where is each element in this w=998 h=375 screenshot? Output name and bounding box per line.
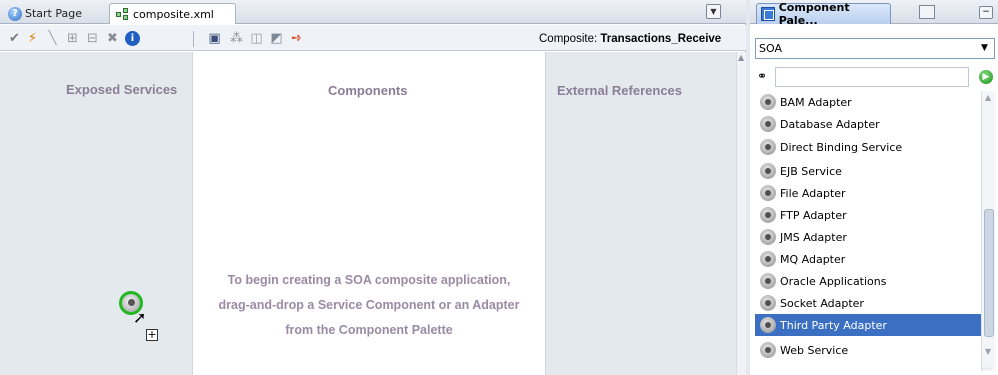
palette-search-row: ⚭ ▶ <box>755 67 995 87</box>
external-references-lane[interactable]: External References <box>545 52 736 375</box>
tab-composite-xml[interactable]: composite.xml <box>109 3 236 24</box>
list-item-label: MQ Adapter <box>780 252 846 266</box>
zoom-in-icon[interactable]: ⊞ <box>64 30 81 47</box>
delete-icon[interactable]: ✖ <box>104 30 121 47</box>
composite-prefix: Composite: <box>539 33 598 45</box>
annotate-icon[interactable]: ➺ <box>288 30 305 47</box>
scroll-down-icon[interactable]: ▼ <box>985 347 991 356</box>
list-item-bam-adapter[interactable]: BAM Adapter <box>755 91 981 113</box>
component-palette: Component Pale... − SOA ▼ ⚭ ▶ BAM Adapte… <box>750 0 998 375</box>
scroll-up-icon[interactable]: ▲ <box>738 53 744 62</box>
binoculars-icon: ⚭ <box>757 69 768 83</box>
composite-name-label: Composite: Transactions_Receive <box>539 33 721 45</box>
scroll-up-icon[interactable]: ▲ <box>985 93 991 102</box>
zoom-out-icon[interactable]: ⊟ <box>84 30 101 47</box>
hint-line: To begin creating a SOA composite applic… <box>227 273 511 287</box>
deploy-icon[interactable]: ⚡ <box>24 30 41 47</box>
list-item-web-service[interactable]: Web Service <box>755 337 981 363</box>
palette-tab-bar: Component Pale... − <box>750 0 998 27</box>
tab-start-page[interactable]: ? Start Page <box>2 3 105 24</box>
refresh-icon[interactable]: ◫ <box>248 30 265 47</box>
layout-icon[interactable]: ⁂ <box>228 30 245 47</box>
service-icon <box>760 342 776 358</box>
list-item-label: Third Party Adapter <box>780 318 887 332</box>
exposed-services-title: Exposed Services <box>66 82 178 97</box>
list-item-jms-adapter[interactable]: JMS Adapter <box>755 226 981 248</box>
list-item-ftp-adapter[interactable]: FTP Adapter <box>755 204 981 226</box>
hint-line: from the Component Palette <box>285 323 453 337</box>
validate-check-icon[interactable]: ✔ <box>6 30 23 47</box>
adapter-icon <box>760 207 776 223</box>
empty-canvas-hint: To begin creating a SOA composite applic… <box>193 268 545 343</box>
list-item-mq-adapter[interactable]: MQ Adapter <box>755 248 981 270</box>
list-item-label: Web Service <box>780 343 849 357</box>
list-item-label: Direct Binding Service <box>780 140 903 154</box>
tab-label: Start Page <box>25 7 82 20</box>
editor-tab-bar: ? Start Page composite.xml ▼ <box>0 0 746 24</box>
tab-resource-palette[interactable] <box>919 5 935 19</box>
list-item-label: JMS Adapter <box>780 230 847 244</box>
service-icon <box>760 163 776 179</box>
list-item-socket-adapter[interactable]: Socket Adapter <box>755 292 981 314</box>
list-item-oracle-applications[interactable]: Oracle Applications <box>755 270 981 292</box>
palette-icon <box>761 7 775 21</box>
composite-name: Transactions_Receive <box>600 33 722 45</box>
composite-canvas[interactable]: Exposed Services ➚ + Components To begin… <box>0 52 746 375</box>
tab-list-dropdown-button[interactable]: ▼ <box>706 4 721 19</box>
list-item-direct-binding-service[interactable]: Direct Binding Service <box>755 135 981 159</box>
list-item-label: File Adapter <box>780 186 846 200</box>
scrollbar-thumb[interactable] <box>984 209 994 337</box>
editor-toolbar: ✔ ⚡ ╲ ⊞ ⊟ ✖ i ▣ ⁂ ◫ ◩ ➺ Composite: Trans… <box>0 25 746 51</box>
list-item-third-party-adapter[interactable]: Third Party Adapter <box>755 314 981 336</box>
list-item-database-adapter[interactable]: Database Adapter <box>755 113 981 135</box>
composite-editor: ? Start Page composite.xml ▼ ✔ ⚡ ╲ ⊞ ⊟ ✖… <box>0 0 746 375</box>
list-item-label: Socket Adapter <box>780 296 864 310</box>
list-item-label: FTP Adapter <box>780 208 847 222</box>
canvas-vertical-scrollbar[interactable]: ▲ <box>736 52 746 375</box>
palette-tab-label: Component Pale... <box>778 1 850 27</box>
list-item-label: BAM Adapter <box>780 95 852 109</box>
list-item-label: Database Adapter <box>780 117 880 131</box>
service-icon <box>760 139 776 155</box>
list-item-label: Oracle Applications <box>780 274 887 288</box>
mouse-pointer-icon: ➚ <box>133 308 147 327</box>
external-references-title: External References <box>557 83 683 98</box>
list-item-ejb-service[interactable]: EJB Service <box>755 160 981 182</box>
tab-component-palette[interactable]: Component Pale... <box>756 1 891 27</box>
adapter-icon <box>760 251 776 267</box>
toolbar-separator <box>193 31 194 47</box>
exposed-services-lane[interactable]: Exposed Services ➚ + <box>0 52 193 375</box>
help-icon: ? <box>8 6 22 21</box>
drop-copy-icon: + <box>146 328 158 341</box>
components-title: Components <box>328 83 408 98</box>
adapter-icon <box>760 116 776 132</box>
palette-category-select[interactable]: SOA ▼ <box>755 38 995 59</box>
minimize-button[interactable]: − <box>979 6 993 19</box>
resize-grip-icon[interactable]: ⁘⁘ <box>981 365 995 373</box>
hint-line: drag-and-drop a Service Component or an … <box>218 298 520 312</box>
wire-icon[interactable]: ╲ <box>44 30 61 47</box>
list-item-file-adapter[interactable]: File Adapter <box>755 182 981 204</box>
adapter-icon <box>760 295 776 311</box>
composite-icon <box>116 7 130 21</box>
list-item-label: EJB Service <box>780 164 842 178</box>
adapter-icon <box>760 185 776 201</box>
export-icon[interactable]: ◩ <box>268 30 285 47</box>
palette-search-input[interactable] <box>775 67 969 87</box>
go-search-icon[interactable]: ▶ <box>979 70 993 84</box>
adapter-icon <box>760 273 776 289</box>
palette-vertical-scrollbar[interactable]: ▲ ▼ <box>981 91 995 371</box>
palette-component-list: BAM Adapter Database Adapter Direct Bind… <box>755 91 981 371</box>
info-icon[interactable]: i <box>124 30 141 47</box>
components-lane[interactable]: Components To begin creating a SOA compo… <box>193 52 545 375</box>
chevron-down-icon: ▼ <box>981 43 988 53</box>
adapter-icon <box>760 317 776 333</box>
adapter-icon <box>760 94 776 110</box>
test-icon[interactable]: ▣ <box>206 30 223 47</box>
tab-label: composite.xml <box>133 7 214 21</box>
adapter-icon <box>760 229 776 245</box>
category-value: SOA <box>759 42 782 55</box>
